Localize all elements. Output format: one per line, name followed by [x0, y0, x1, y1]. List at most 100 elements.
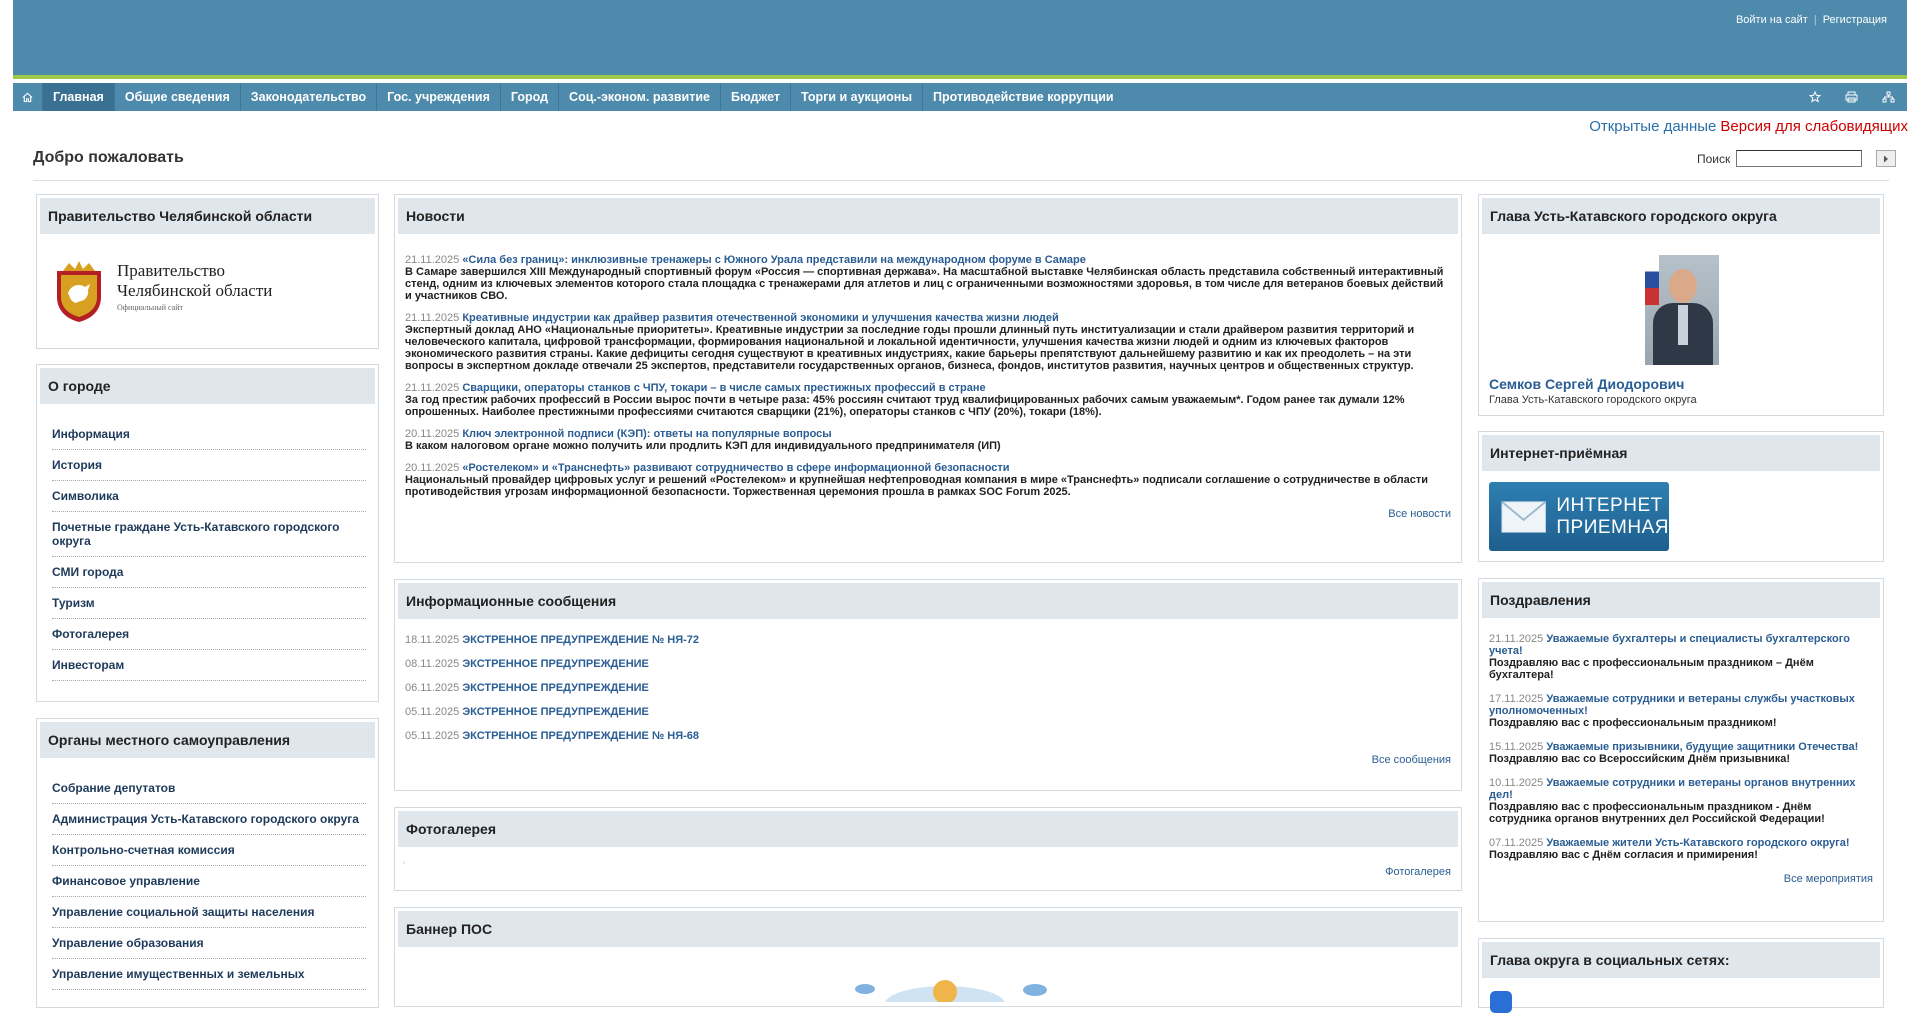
- congrats-title-link[interactable]: Уважаемые сотрудники и ветераны органов …: [1489, 777, 1856, 801]
- sitemap-icon[interactable]: [1882, 91, 1895, 103]
- search-input[interactable]: [1736, 150, 1863, 167]
- congrats-date: 15.11.2025: [1489, 741, 1544, 753]
- gallery-box-title: Фотогалерея: [398, 811, 1458, 847]
- arrow-right-icon: [1884, 155, 1889, 162]
- search-label: Поиск: [1697, 151, 1731, 166]
- news-summary: Экспертный доклад АНО «Национальные прио…: [405, 324, 1415, 372]
- nav-item-socio-economic[interactable]: Соц.-эконом. развитие: [559, 83, 721, 111]
- congrats-title-link[interactable]: Уважаемые бухгалтеры и специалисты бухга…: [1489, 633, 1850, 657]
- visually-impaired-link[interactable]: Версия для слабовидящих: [1720, 118, 1908, 135]
- message-title-link[interactable]: ЭКСТРЕННОЕ ПРЕДУПРЕЖДЕНИЕ: [462, 658, 649, 670]
- city-menu-item[interactable]: Информация: [52, 419, 366, 450]
- search-submit-button[interactable]: [1876, 150, 1897, 167]
- nav-tools: [1809, 83, 1895, 111]
- congrats-item: 21.11.2025 Уважаемые бухгалтеры и специа…: [1489, 633, 1873, 681]
- organs-menu-item[interactable]: Управление социальной защиты населения: [52, 897, 366, 928]
- city-menu-item[interactable]: СМИ города: [52, 557, 366, 588]
- nav-item-city[interactable]: Город: [501, 83, 560, 111]
- messages-box: Информационные сообщения 18.11.2025 ЭКСТ…: [394, 579, 1462, 791]
- city-menu-item[interactable]: Фотогалерея: [52, 619, 366, 650]
- news-title-link[interactable]: «Сила без границ»: инклюзивные тренажеры…: [462, 254, 1086, 266]
- banner-image[interactable]: [835, 972, 1055, 1002]
- message-item: 05.11.2025 ЭКСТРЕННОЕ ПРЕДУПРЕЖДЕНИЕ № Н…: [405, 730, 1451, 742]
- news-box-title: Новости: [398, 198, 1458, 234]
- broken-image-icon: ‘: [403, 860, 405, 870]
- congrats-date: 10.11.2025: [1489, 777, 1544, 789]
- banner-box: Баннер ПОС: [394, 907, 1462, 1007]
- all-events-link[interactable]: Все мероприятия: [1479, 873, 1883, 885]
- head-name-link[interactable]: Семков Сергей Диодорович: [1489, 376, 1684, 392]
- reception-box-title: Интернет-приёмная: [1482, 435, 1880, 471]
- congrats-title-link[interactable]: Уважаемые сотрудники и ветераны службы у…: [1489, 693, 1855, 717]
- gallery-content: ‘ Фотогалерея: [395, 850, 1461, 890]
- message-date: 08.11.2025: [405, 658, 460, 670]
- news-item: 21.11.2025 Креативные индустрии как драй…: [405, 312, 1451, 372]
- news-title-link[interactable]: «Ростелеком» и «Транснефть» развивают со…: [462, 462, 1009, 474]
- news-title-link[interactable]: Ключ электронной подписи (КЭП): ответы н…: [462, 428, 831, 440]
- congrats-item: 15.11.2025 Уважаемые призывники, будущие…: [1489, 741, 1873, 765]
- organs-menu-item[interactable]: Администрация Усть-Катавского городского…: [52, 804, 366, 835]
- nav-item-institutions[interactable]: Гос. учреждения: [377, 83, 501, 111]
- search-form: Поиск: [1697, 150, 1897, 167]
- news-date: 20.11.2025: [405, 462, 460, 474]
- nav-item-budget[interactable]: Бюджет: [721, 83, 791, 111]
- social-box-title: Глава округа в социальных сетях:: [1482, 942, 1880, 978]
- internet-reception-banner[interactable]: ИНТЕРНЕТ ПРИЕМНАЯ: [1489, 482, 1669, 551]
- city-menu-item[interactable]: Туризм: [52, 588, 366, 619]
- gov-logo[interactable]: Правительство Челябинской области Официа…: [37, 237, 378, 337]
- main-nav: Главная Общие сведения Законодательство …: [13, 83, 1907, 111]
- congrats-box-title: Поздравления: [1482, 582, 1880, 618]
- nav-item-auctions[interactable]: Торги и аукционы: [791, 83, 924, 111]
- message-title-link[interactable]: ЭКСТРЕННОЕ ПРЕДУПРЕЖДЕНИЕ: [462, 706, 649, 718]
- congrats-summary: Поздравляю вас с профессиональным праздн…: [1489, 657, 1814, 681]
- organs-menu-item[interactable]: Контрольно-счетная комиссия: [52, 835, 366, 866]
- vk-icon[interactable]: [1490, 991, 1512, 1013]
- home-icon: [22, 92, 33, 102]
- organs-menu-item[interactable]: Управление образования: [52, 928, 366, 959]
- all-messages-link[interactable]: Все сообщения: [395, 754, 1461, 766]
- news-summary: В Самаре завершился XIII Международный с…: [405, 266, 1444, 302]
- city-menu-item[interactable]: История: [52, 450, 366, 481]
- news-item: 21.11.2025 Сварщики, операторы станков с…: [405, 382, 1451, 418]
- congrats-date: 07.11.2025: [1489, 837, 1544, 849]
- site-header: Войти на сайт | Регистрация: [13, 0, 1907, 79]
- news-title-link[interactable]: Сварщики, операторы станков с ЧПУ, токар…: [462, 382, 985, 394]
- nav-item-general[interactable]: Общие сведения: [115, 83, 241, 111]
- star-icon[interactable]: [1809, 91, 1821, 103]
- organs-menu-item[interactable]: Финансовое управление: [52, 866, 366, 897]
- print-icon[interactable]: [1845, 91, 1858, 103]
- gov-logo-line2: Челябинской области: [117, 281, 273, 300]
- open-data-link[interactable]: Открытые данные: [1589, 118, 1716, 135]
- news-title-link[interactable]: Креативные индустрии как драйвер развити…: [462, 312, 1058, 324]
- city-menu-item[interactable]: Инвесторам: [52, 650, 366, 681]
- all-news-link[interactable]: Все новости: [395, 508, 1461, 520]
- nav-item-legislation[interactable]: Законодательство: [241, 83, 378, 111]
- nav-item-home[interactable]: Главная: [43, 83, 115, 111]
- head-photo[interactable]: [1645, 255, 1719, 365]
- message-title-link[interactable]: ЭКСТРЕННОЕ ПРЕДУПРЕЖДЕНИЕ № НЯ-68: [462, 730, 699, 742]
- news-date: 20.11.2025: [405, 428, 460, 440]
- gallery-link[interactable]: Фотогалерея: [1385, 866, 1461, 878]
- register-link[interactable]: Регистрация: [1823, 14, 1887, 26]
- gov-logo-subtitle: Официальный сайт: [117, 303, 183, 312]
- news-summary: Национальный провайдер цифровых услуг и …: [405, 474, 1428, 498]
- city-menu: Информация История Символика Почетные гр…: [37, 407, 378, 681]
- congrats-title-link[interactable]: Уважаемые жители Усть-Катавского городск…: [1546, 837, 1849, 849]
- organs-menu-item[interactable]: Управление имущественных и земельных: [52, 959, 366, 990]
- congrats-title-link[interactable]: Уважаемые призывники, будущие защитники …: [1546, 741, 1858, 753]
- message-title-link[interactable]: ЭКСТРЕННОЕ ПРЕДУПРЕЖДЕНИЕ № НЯ-72: [462, 634, 699, 646]
- welcome-heading: Добро пожаловать: [33, 149, 184, 166]
- organs-menu-item[interactable]: Собрание депутатов: [52, 773, 366, 804]
- city-menu-item[interactable]: Символика: [52, 481, 366, 512]
- news-date: 21.11.2025: [405, 254, 460, 266]
- message-title-link[interactable]: ЭКСТРЕННОЕ ПРЕДУПРЕЖДЕНИЕ: [462, 682, 649, 694]
- city-menu-item[interactable]: Почетные граждане Усть-Катавского городс…: [52, 512, 366, 557]
- login-link[interactable]: Войти на сайт: [1736, 14, 1808, 26]
- message-item: 05.11.2025 ЭКСТРЕННОЕ ПРЕДУПРЕЖДЕНИЕ: [405, 706, 1451, 718]
- news-item: 20.11.2025 Ключ электронной подписи (КЭП…: [405, 428, 1451, 452]
- home-button[interactable]: [13, 83, 43, 111]
- message-date: 18.11.2025: [405, 634, 460, 646]
- head-position: Глава Усть-Катавского городского округа: [1489, 394, 1697, 406]
- nav-item-anticorruption[interactable]: Противодействие коррупции: [923, 83, 1124, 111]
- message-item: 06.11.2025 ЭКСТРЕННОЕ ПРЕДУПРЕЖДЕНИЕ: [405, 682, 1451, 694]
